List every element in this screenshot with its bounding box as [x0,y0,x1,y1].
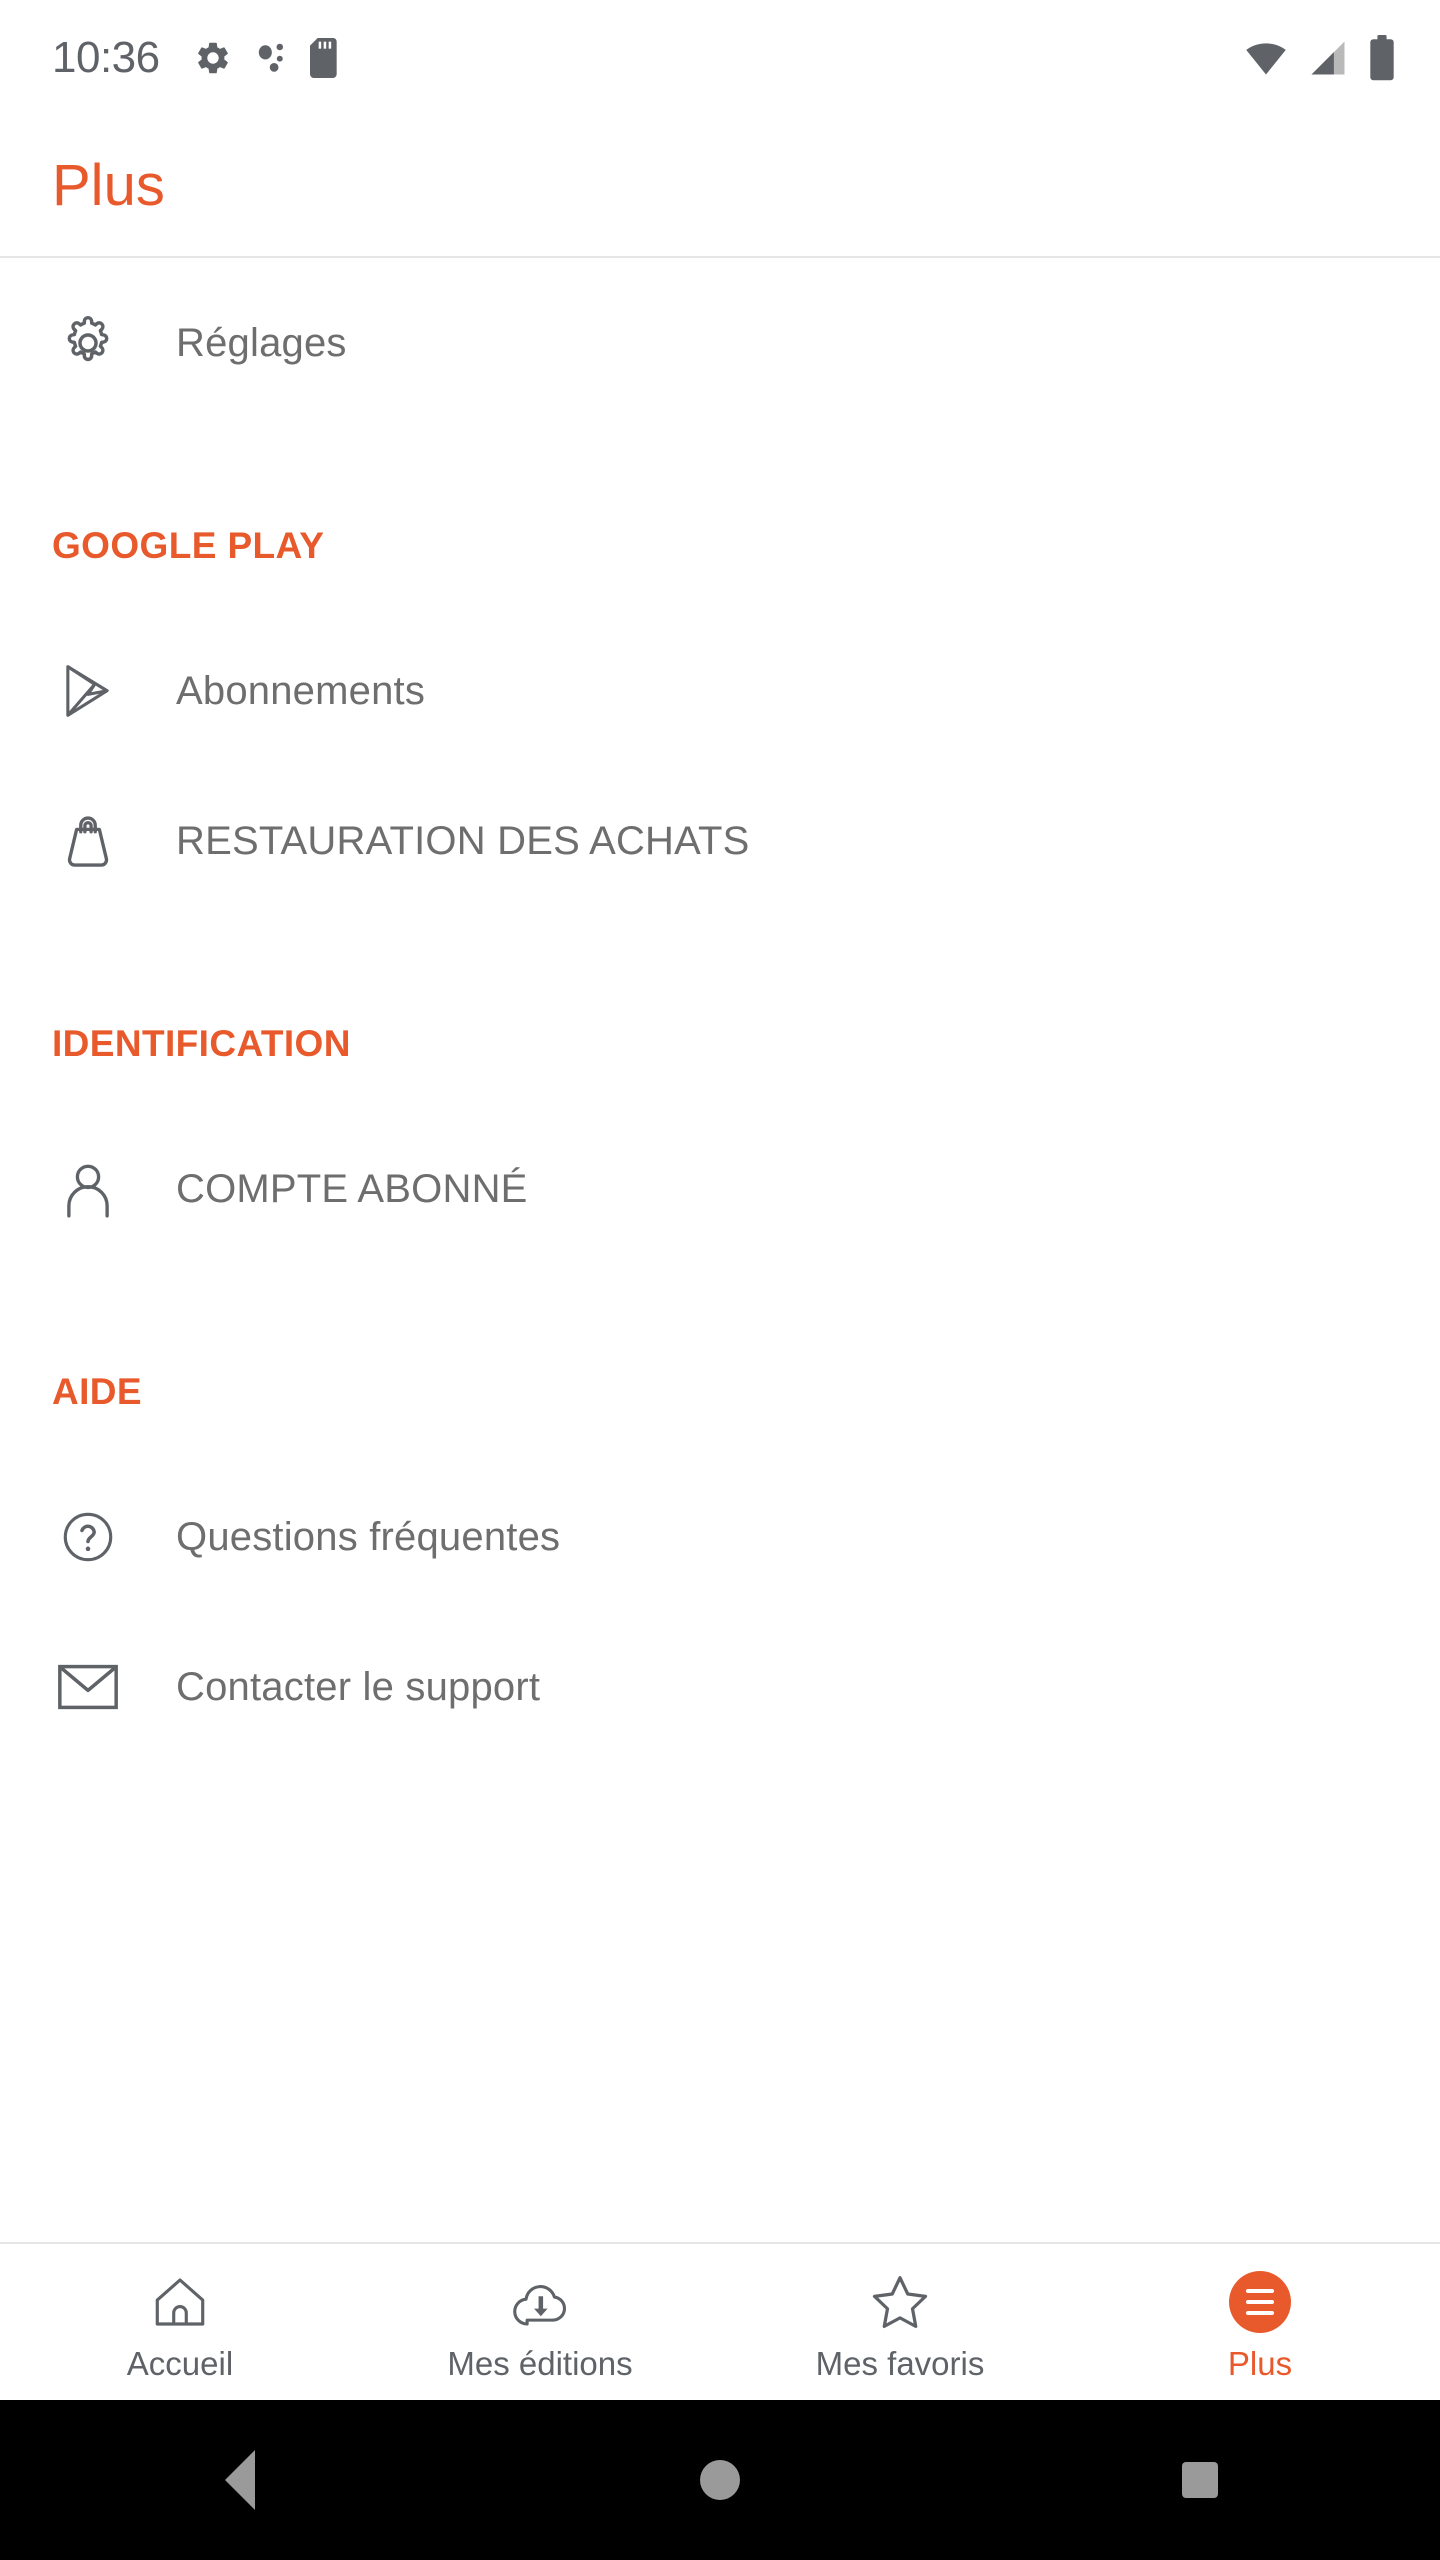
section-header-google-play: GOOGLE PLAY [52,525,325,566]
status-bar-left: 10:36 [52,36,340,80]
wifi-icon [1244,36,1288,80]
menu-item-compte-abonne[interactable]: COMPTE ABONNÉ [0,1114,1440,1264]
android-system-navigation [0,2400,1440,2560]
section-header-identification: IDENTIFICATION [52,1023,351,1064]
shopping-bag-icon [52,810,124,872]
hamburger-line [1246,2299,1274,2304]
section-header-aide: AIDE [52,1371,142,1412]
cellular-signal-icon [1306,36,1350,80]
dots-icon [254,39,288,77]
home-icon [151,2271,209,2333]
gear-icon [194,39,232,77]
app-header: Plus [0,116,1440,256]
menu-item-questions-frequentes[interactable]: Questions fréquentes [0,1462,1440,1612]
page-title: Plus [52,153,165,218]
nav-tab-plus[interactable]: Plus [1080,2244,1440,2400]
status-clock: 10:36 [52,33,160,82]
star-icon [870,2271,930,2333]
bottom-navigation-bar: Accueil Mes éditions Mes favoris Plus [0,2244,1440,2400]
menu-item-contacter-support[interactable]: Contacter le support [0,1612,1440,1762]
status-notification-icons [194,38,340,78]
menu-item-label: Abonnements [176,669,426,713]
menu-item-label: Réglages [176,321,347,365]
back-triangle-icon [225,2450,255,2510]
plus-fab [1229,2270,1291,2333]
menu-item-label: Contacter le support [176,1665,541,1709]
system-recents-button[interactable] [960,2462,1440,2498]
cloud-download-icon [509,2271,571,2333]
hamburger-line [1246,2288,1274,2293]
nav-tab-mes-editions[interactable]: Mes éditions [360,2244,720,2400]
menu-item-restauration-achats[interactable]: RESTAURATION DES ACHATS [0,766,1440,916]
menu-item-label: COMPTE ABONNÉ [176,1167,528,1211]
nav-tab-label: Plus [1227,2344,1293,2382]
hamburger-line [1246,2310,1274,2315]
app-screen: 10:36 Plus Réglages GOOGLE PLAY Abonneme… [0,0,1440,2560]
menu-item-abonnements[interactable]: Abonnements [0,616,1440,766]
settings-list: Réglages GOOGLE PLAY Abonnements RESTAUR… [0,258,1440,2242]
nav-tab-label: Mes favoris [815,2344,985,2382]
sd-card-icon [309,38,340,78]
gear-icon [52,312,124,374]
hamburger-menu-icon [1229,2270,1291,2333]
menu-item-reglages[interactable]: Réglages [0,268,1440,418]
recents-square-icon [1182,2462,1218,2498]
nav-tab-accueil[interactable]: Accueil [0,2244,360,2400]
system-home-button[interactable] [480,2460,960,2500]
google-play-icon [52,660,124,722]
nav-tab-mes-favoris[interactable]: Mes favoris [720,2244,1080,2400]
nav-tab-label: Mes éditions [447,2344,633,2382]
question-circle-icon [52,1508,124,1566]
home-circle-icon [700,2460,740,2500]
status-bar: 10:36 [0,0,1440,116]
person-icon [52,1158,124,1220]
nav-tab-label: Accueil [126,2344,234,2382]
system-back-button[interactable] [0,2450,480,2510]
menu-item-label: Questions fréquentes [176,1515,561,1559]
status-bar-right [1244,35,1396,81]
envelope-icon [52,1661,124,1713]
menu-item-label: RESTAURATION DES ACHATS [176,819,750,863]
battery-icon [1368,35,1396,81]
